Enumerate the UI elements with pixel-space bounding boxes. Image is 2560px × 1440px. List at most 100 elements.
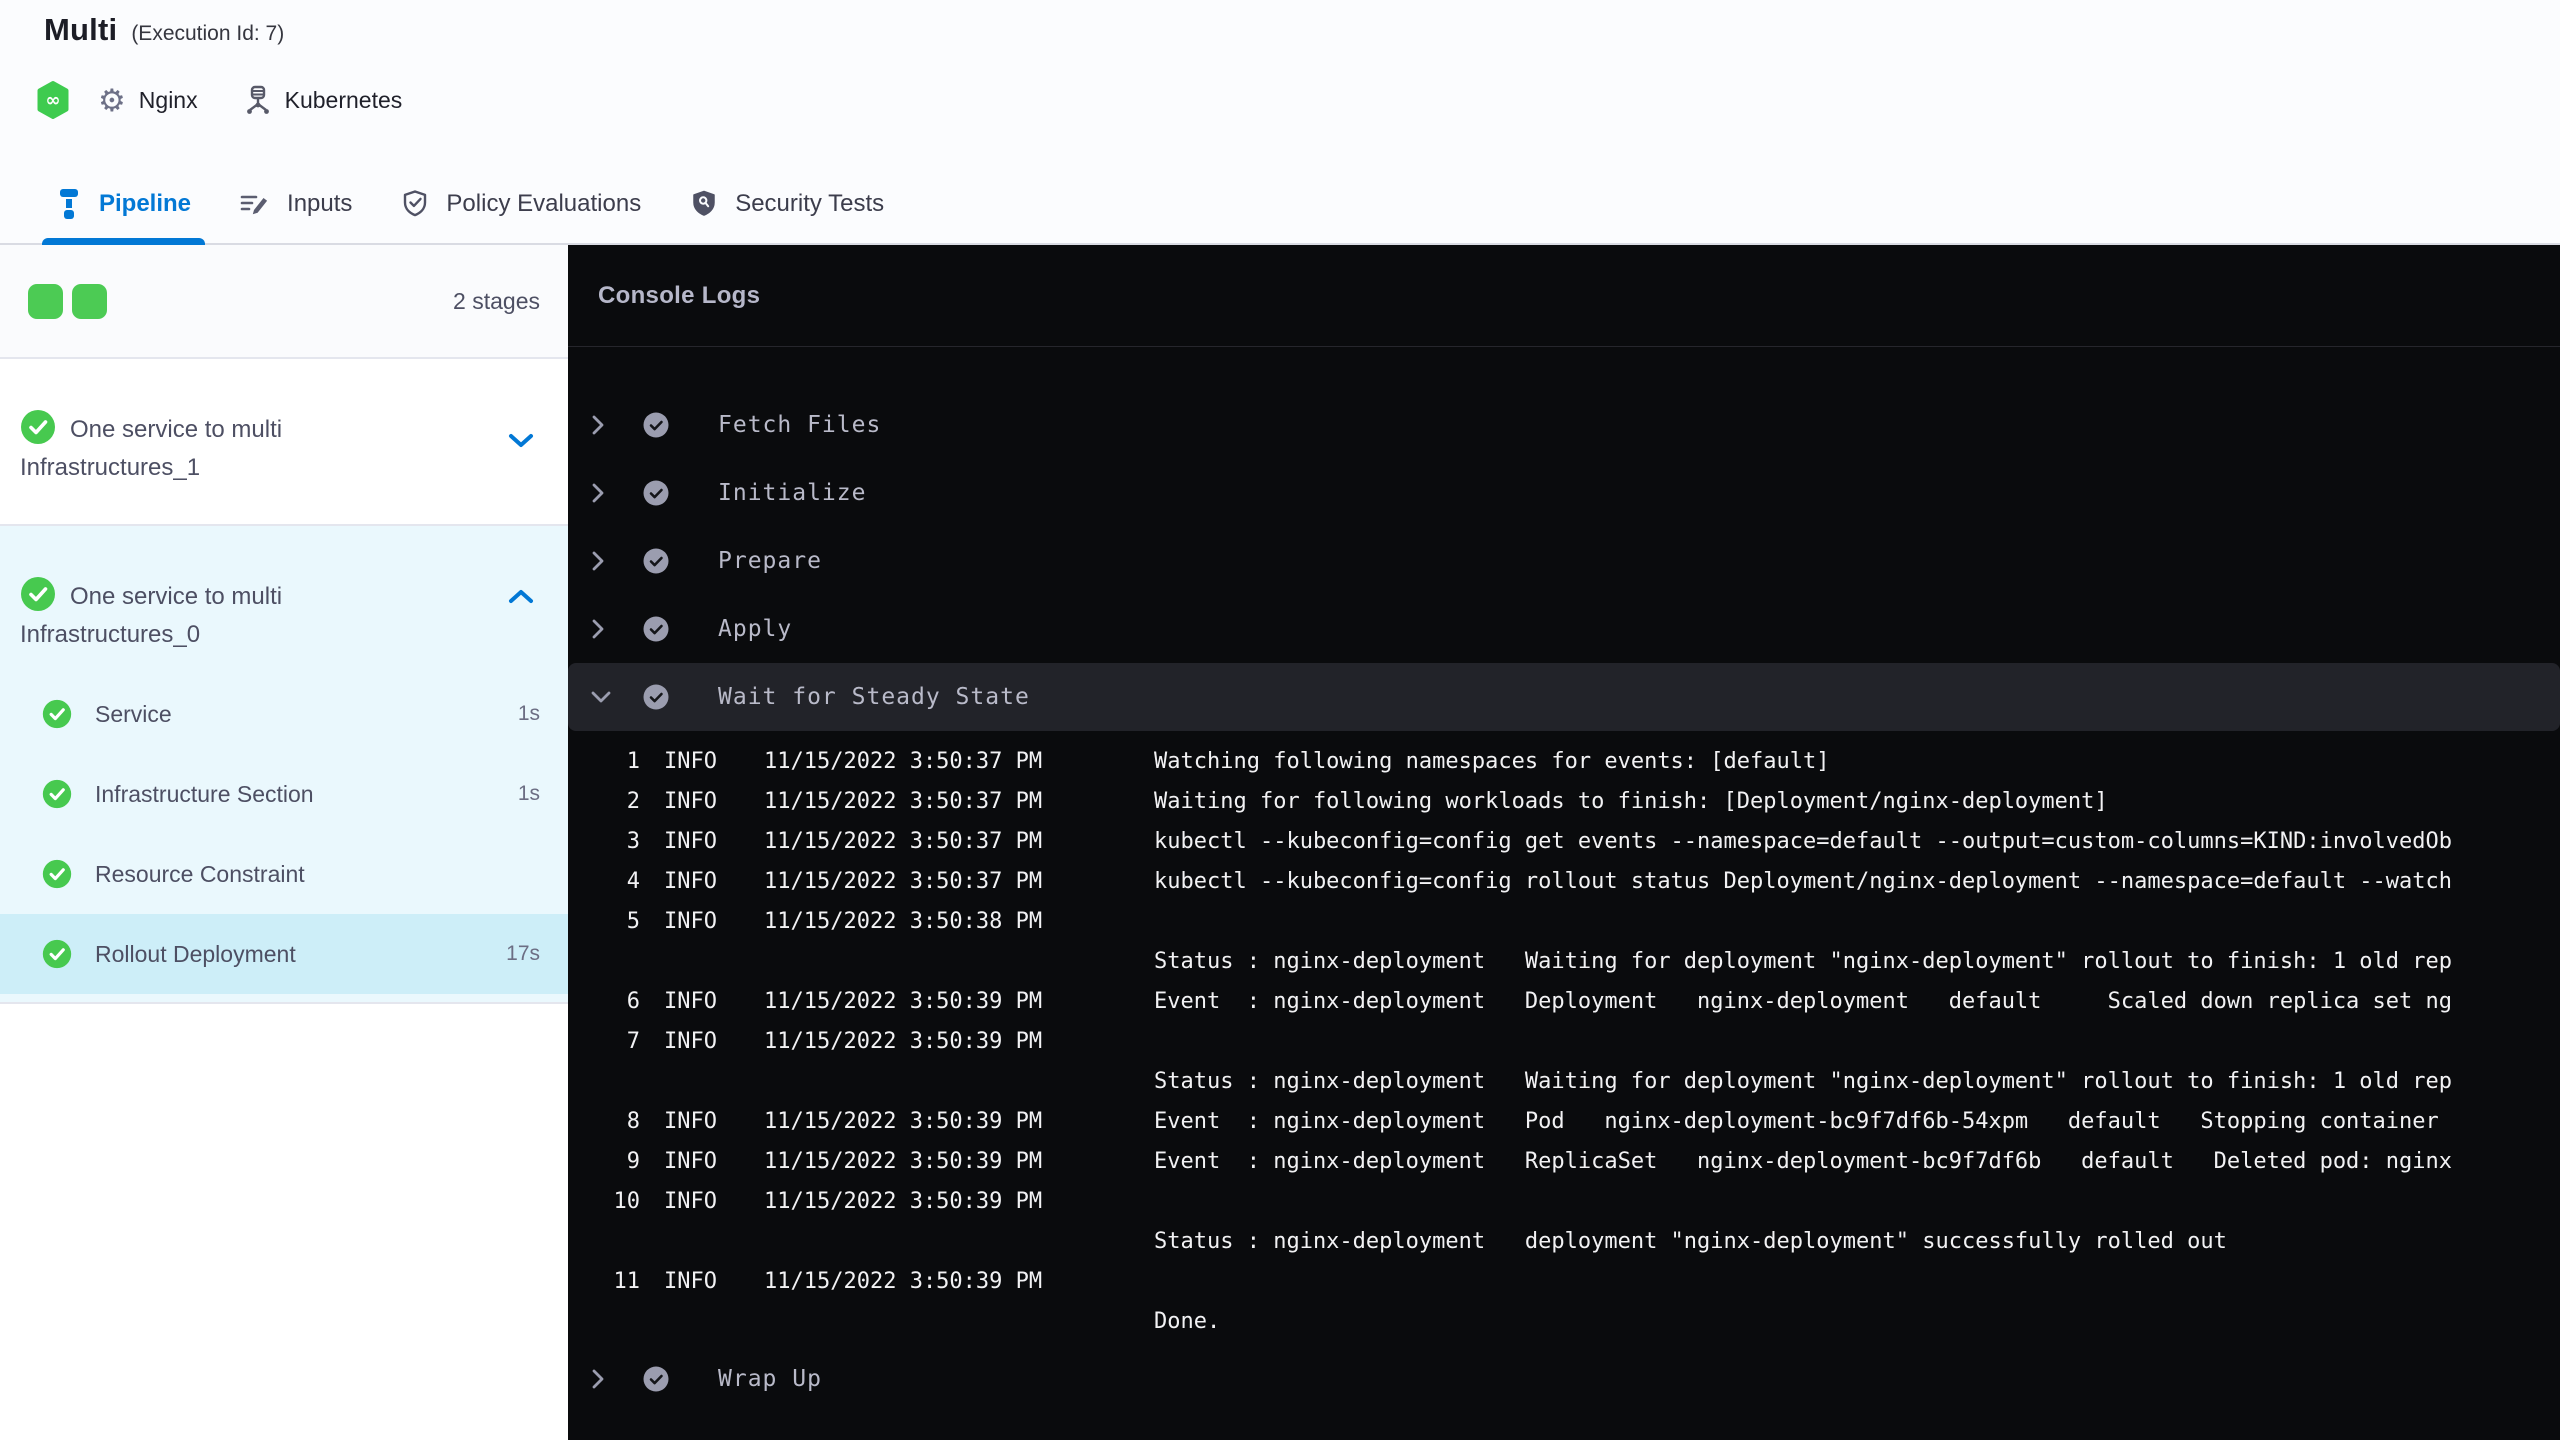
log-line-number: 6 <box>626 988 640 1014</box>
chevron-right-icon[interactable] <box>590 413 616 437</box>
log-timestamp: 11/15/2022 3:50:37 PM <box>764 748 1043 774</box>
log-level: INFO <box>664 988 717 1014</box>
stage-summary-bar: 2 stages <box>0 245 568 359</box>
chevron-up-icon[interactable] <box>506 586 536 606</box>
gear-icon: ⚙ <box>98 82 126 118</box>
success-check-icon <box>642 411 670 439</box>
log-line: 10 INFO 11/15/2022 3:50:39 PM <box>568 1181 2560 1221</box>
stage-count-label: 2 stages <box>453 287 540 314</box>
log-line: 5 INFO 11/15/2022 3:50:38 PM <box>568 901 2560 941</box>
step-row-service[interactable]: Service 1s <box>0 674 568 754</box>
stage-name-text: One service to multi Infrastructures_1 <box>20 416 283 481</box>
step-duration: 1s <box>517 782 540 805</box>
console-step-name: Prepare <box>718 548 822 574</box>
tab-policy-evaluations-label: Policy Evaluations <box>446 190 642 217</box>
tab-pipeline[interactable]: Pipeline <box>41 165 206 245</box>
console-step-wait-for-steady-state[interactable]: Wait for Steady State <box>568 663 2560 731</box>
log-message: Status : nginx-deployment Waiting for de… <box>1154 1068 2453 1094</box>
console-step-wrap-up[interactable]: Wrap Up <box>568 1345 2560 1413</box>
chevron-down-icon[interactable] <box>506 431 536 451</box>
log-message: Event : nginx-deployment Pod nginx-deplo… <box>1154 1108 2439 1134</box>
step-duration: 1s <box>517 702 540 725</box>
stage-item-infrastructures-1[interactable]: One service to multi Infrastructures_1 <box>0 359 568 526</box>
log-line-number: 5 <box>626 908 640 934</box>
console-step-fetch-files[interactable]: Fetch Files <box>568 391 2560 459</box>
log-message: Waiting for following workloads to finis… <box>1154 788 2108 814</box>
log-line: Status : nginx-deployment Waiting for de… <box>568 1061 2560 1101</box>
log-timestamp: 11/15/2022 3:50:39 PM <box>764 1148 1043 1174</box>
stage-head[interactable]: One service to multi Infrastructures_1 <box>0 359 568 487</box>
chevron-right-icon[interactable] <box>590 481 616 505</box>
log-timestamp: 11/15/2022 3:50:39 PM <box>764 1188 1043 1214</box>
tab-security-tests[interactable]: Security Tests <box>690 165 884 243</box>
stage-square-success <box>28 283 63 319</box>
step-row-infrastructure-section[interactable]: Infrastructure Section 1s <box>0 754 568 834</box>
console-step-initialize[interactable]: Initialize <box>568 459 2560 527</box>
log-timestamp: 11/15/2022 3:50:39 PM <box>764 1108 1043 1134</box>
step-name: Rollout Deployment <box>95 940 296 967</box>
log-level: INFO <box>664 1028 717 1054</box>
tab-security-tests-label: Security Tests <box>735 190 885 217</box>
chevron-right-icon[interactable] <box>590 549 616 573</box>
log-level: INFO <box>664 1148 717 1174</box>
log-line: 4 INFO 11/15/2022 3:50:37 PM kubectl --k… <box>568 861 2560 901</box>
log-line-number: 7 <box>626 1028 640 1054</box>
tab-inputs[interactable]: Inputs <box>240 165 352 243</box>
console-step-list: Fetch Files Initialize Prepare Apply Wai… <box>568 347 2560 1413</box>
success-check-icon <box>42 939 72 969</box>
log-level: INFO <box>664 1188 717 1214</box>
log-level: INFO <box>664 1108 717 1134</box>
log-message: kubectl --kubeconfig=config rollout stat… <box>1154 868 2453 894</box>
svg-text:∞: ∞ <box>46 90 61 111</box>
log-line-number: 8 <box>626 1108 640 1134</box>
chevron-right-icon[interactable] <box>590 1367 616 1391</box>
success-check-icon <box>642 479 670 507</box>
security-tests-icon <box>690 189 718 219</box>
success-check-icon <box>642 547 670 575</box>
tab-bar: Pipeline Inputs Policy Evaluations Secur… <box>41 165 884 245</box>
harness-hexagon-icon: ∞ <box>34 80 72 120</box>
stage-head[interactable]: One service to multi Infrastructures_0 <box>0 526 568 654</box>
console-step-apply[interactable]: Apply <box>568 595 2560 663</box>
tab-policy-evaluations[interactable]: Policy Evaluations <box>401 165 641 243</box>
success-check-icon <box>42 699 72 729</box>
console-step-name: Wait for Steady State <box>718 684 1030 710</box>
success-check-icon <box>42 859 72 889</box>
console-header: Console Logs <box>568 245 2560 347</box>
stage-square-success <box>72 283 107 319</box>
step-row-rollout-deployment[interactable]: Rollout Deployment 17s <box>0 914 568 994</box>
success-check-icon <box>20 576 56 612</box>
log-level: INFO <box>664 908 717 934</box>
log-timestamp: 11/15/2022 3:50:39 PM <box>764 1268 1043 1294</box>
console-step-name: Wrap Up <box>718 1366 822 1392</box>
log-message: Done. <box>1154 1308 1221 1334</box>
log-message: Status : nginx-deployment deployment "ng… <box>1154 1228 2227 1254</box>
chevron-right-icon[interactable] <box>590 617 616 641</box>
log-line: 3 INFO 11/15/2022 3:50:37 PM kubectl --k… <box>568 821 2560 861</box>
log-message: Event : nginx-deployment Deployment ngin… <box>1154 988 2453 1014</box>
console-step-prepare[interactable]: Prepare <box>568 527 2560 595</box>
log-line: 7 INFO 11/15/2022 3:50:39 PM <box>568 1021 2560 1061</box>
log-message: Event : nginx-deployment ReplicaSet ngin… <box>1154 1148 2453 1174</box>
log-timestamp: 11/15/2022 3:50:39 PM <box>764 1028 1043 1054</box>
log-line: Done. <box>568 1301 2560 1341</box>
log-message: Status : nginx-deployment Waiting for de… <box>1154 948 2453 974</box>
log-timestamp: 11/15/2022 3:50:39 PM <box>764 988 1043 1014</box>
pipeline-meta-row: ∞ ⚙ Nginx Kubernetes <box>34 80 402 120</box>
log-line: 8 INFO 11/15/2022 3:50:39 PM Event : ngi… <box>568 1101 2560 1141</box>
log-level: INFO <box>664 788 717 814</box>
success-check-icon <box>42 779 72 809</box>
success-check-icon <box>642 683 670 711</box>
inputs-icon <box>240 190 270 218</box>
console-step-name: Fetch Files <box>718 412 882 438</box>
log-line: 6 INFO 11/15/2022 3:50:39 PM Event : ngi… <box>568 981 2560 1021</box>
log-line: 9 INFO 11/15/2022 3:50:39 PM Event : ngi… <box>568 1141 2560 1181</box>
log-line-number: 11 <box>613 1268 641 1294</box>
chevron-down-icon[interactable] <box>590 689 616 705</box>
stage-name: One service to multi Infrastructures_0 <box>20 576 350 654</box>
step-row-resource-constraint[interactable]: Resource Constraint <box>0 834 568 914</box>
success-check-icon <box>20 409 56 445</box>
tab-inputs-label: Inputs <box>287 190 353 217</box>
console-step-name: Apply <box>718 616 793 642</box>
step-duration: 17s <box>506 942 540 965</box>
